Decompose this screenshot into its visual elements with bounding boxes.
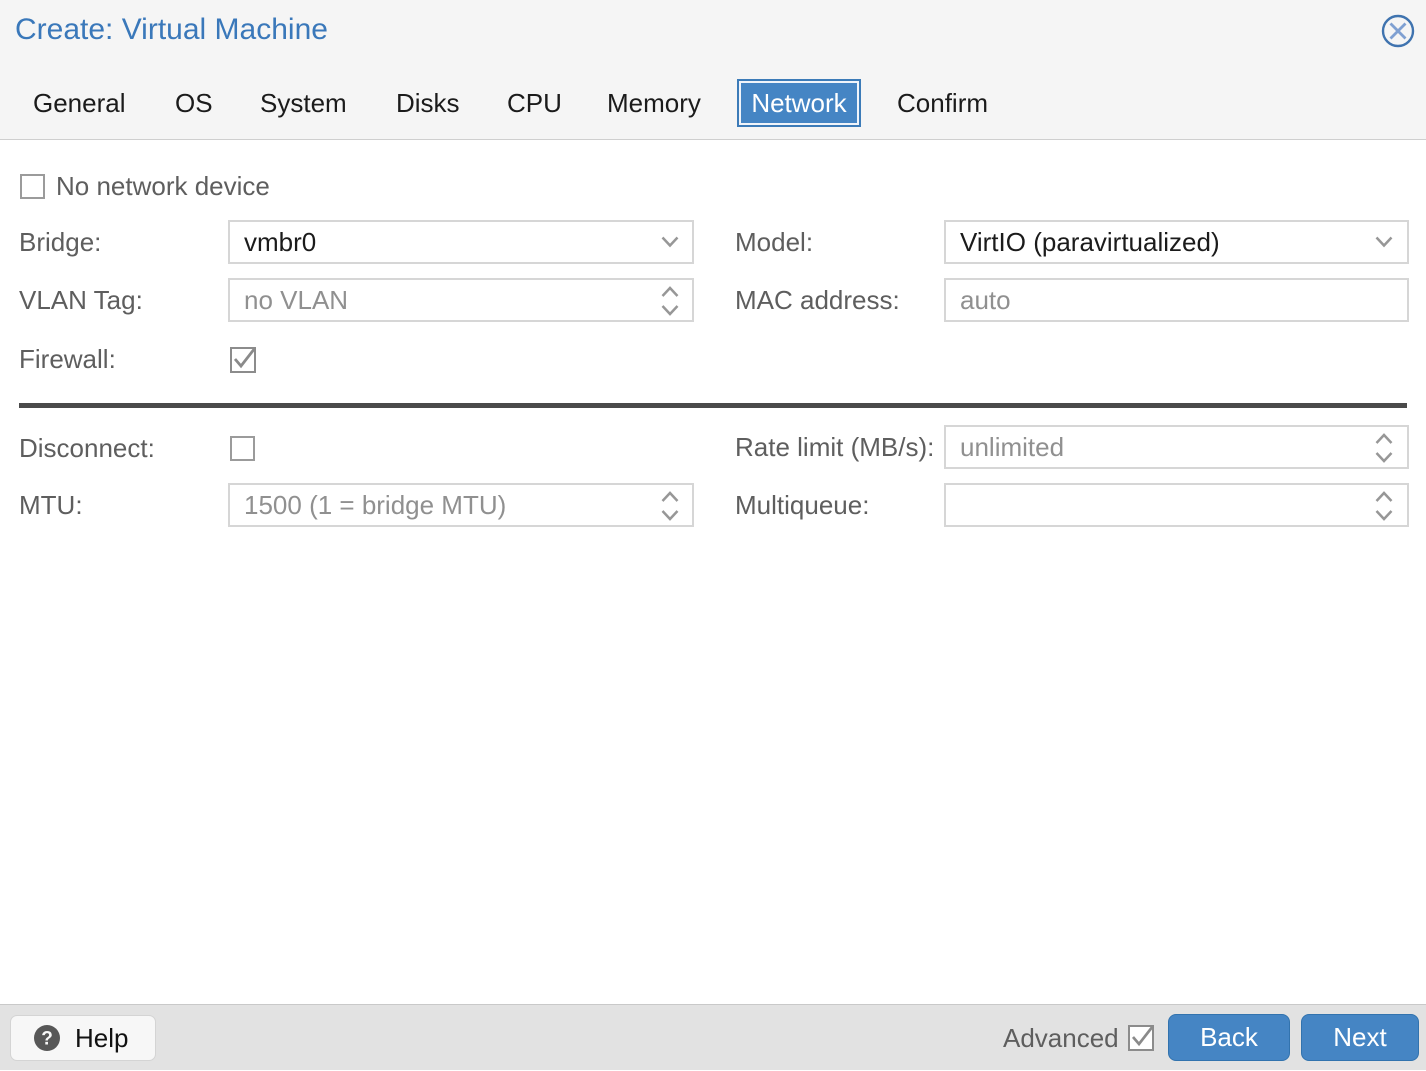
svg-text:?: ?	[41, 1029, 53, 1050]
